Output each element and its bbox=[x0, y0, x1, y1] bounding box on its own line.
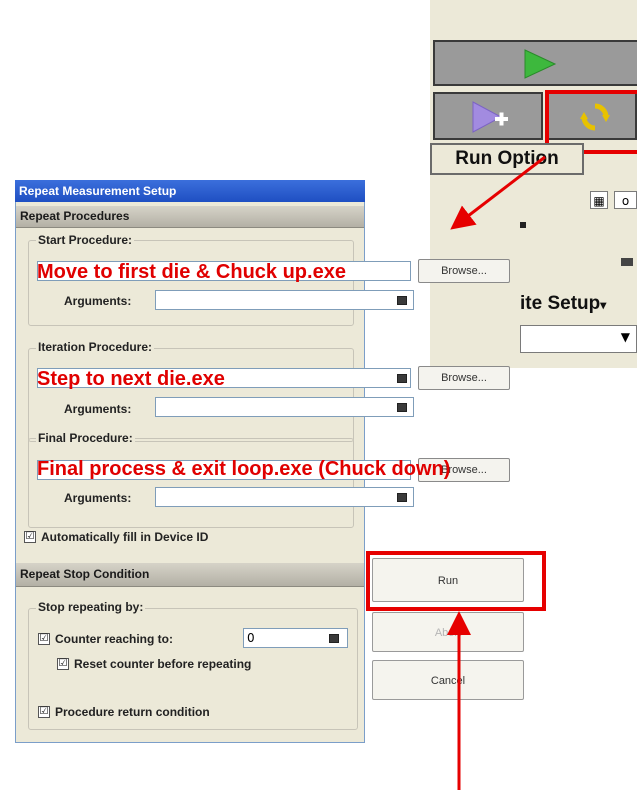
annotation-arrows bbox=[447, 155, 546, 790]
arrow-to-repeat-procedures bbox=[450, 155, 546, 230]
